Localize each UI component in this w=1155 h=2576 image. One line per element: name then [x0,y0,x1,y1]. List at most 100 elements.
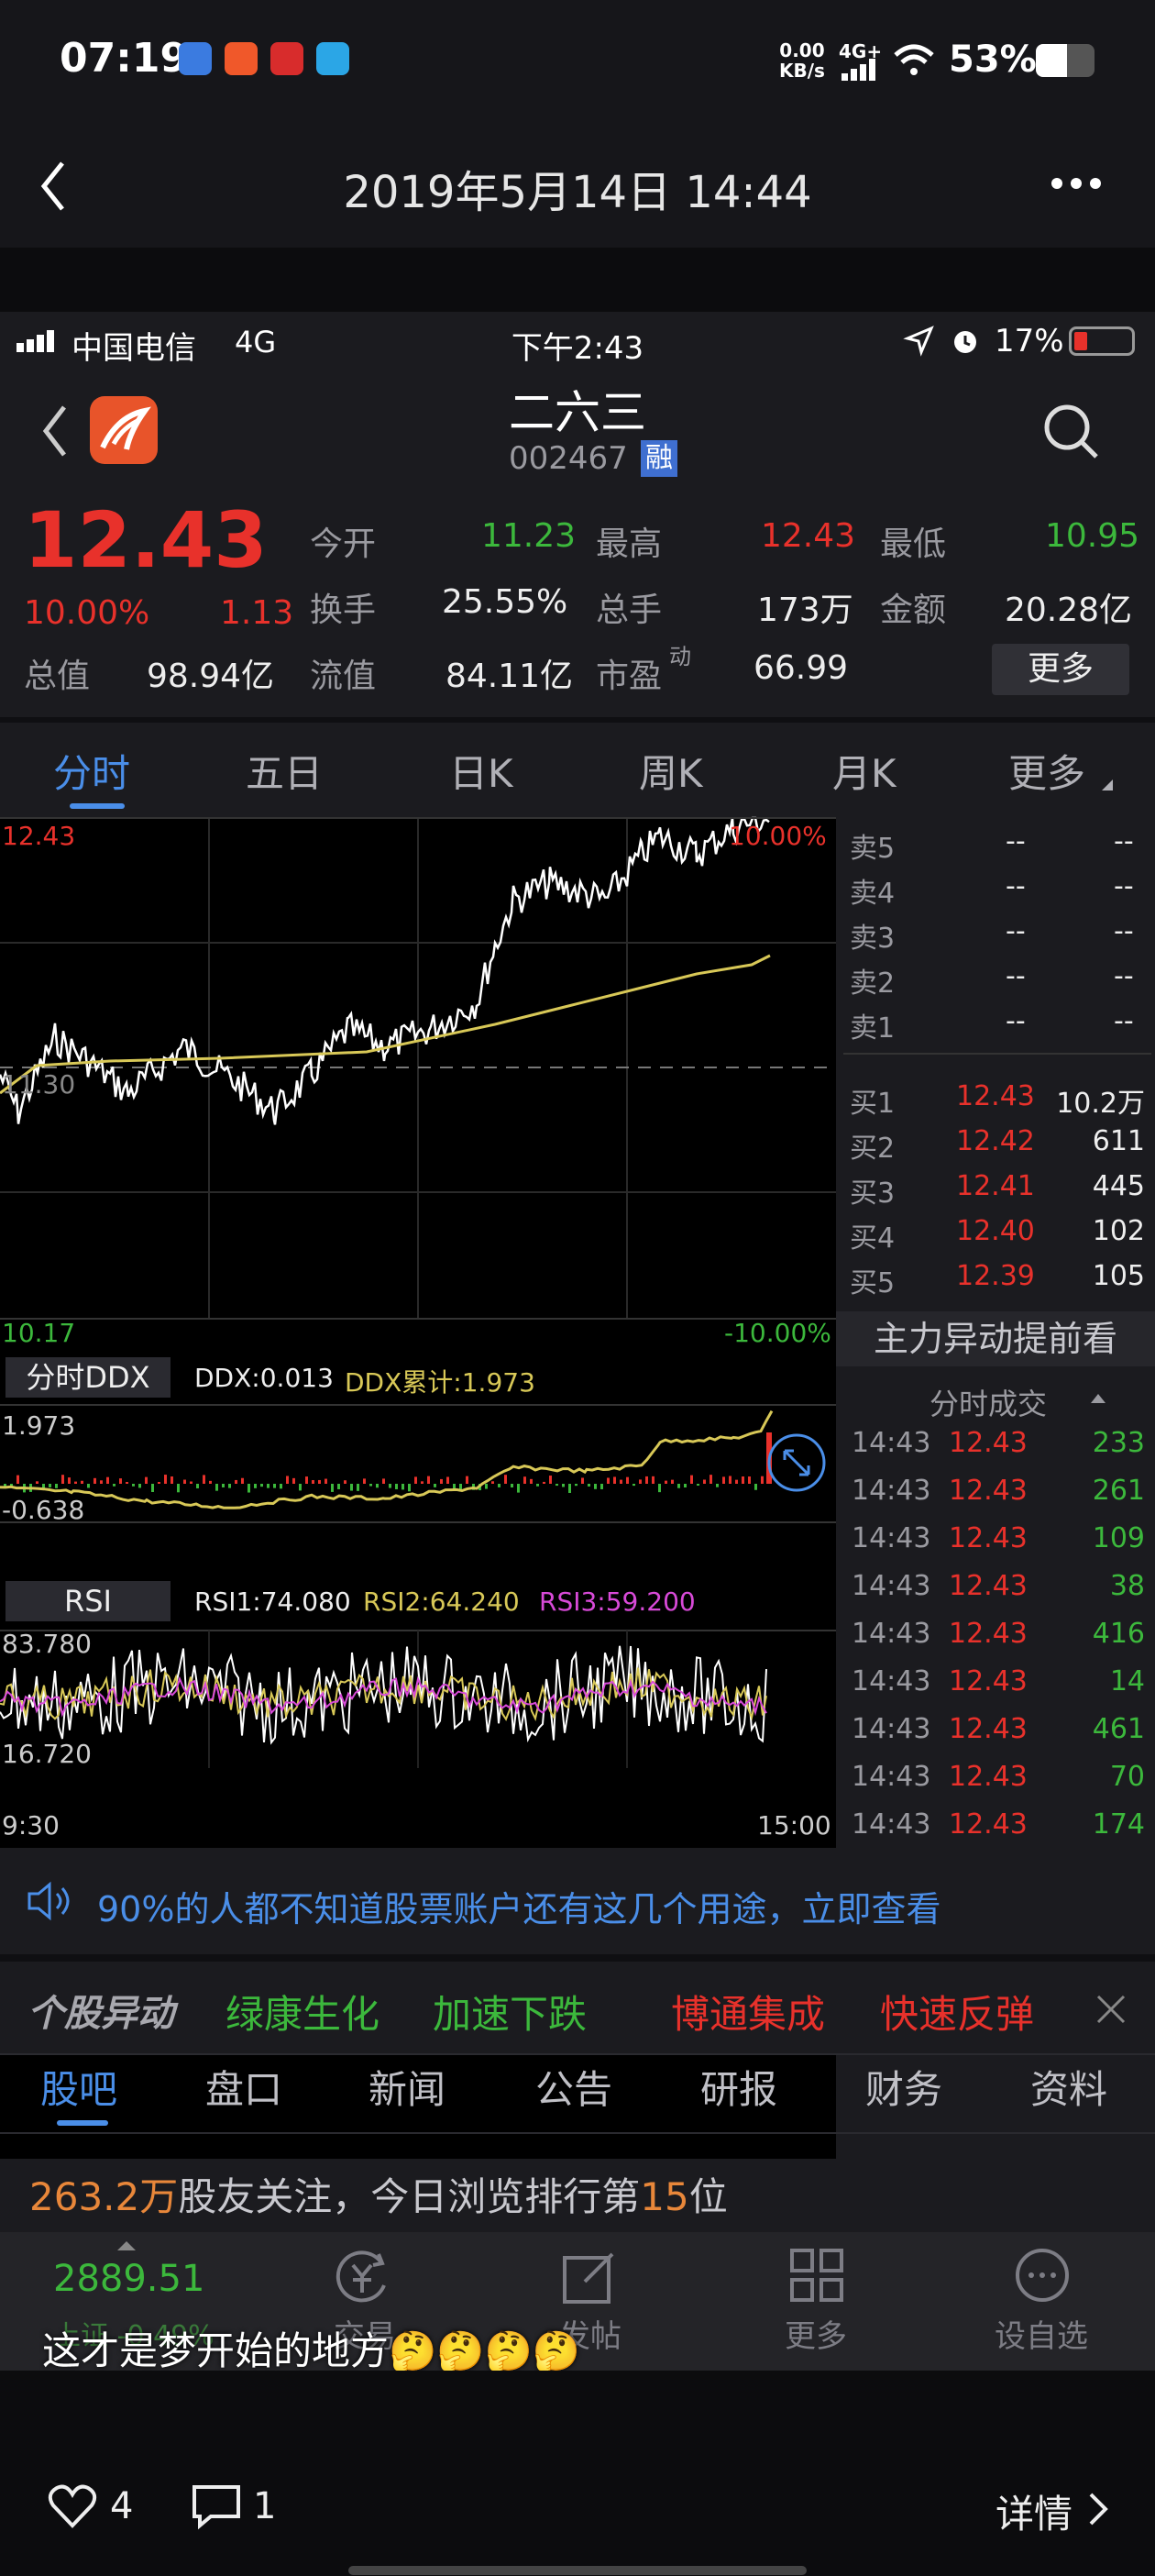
buy-row[interactable]: 买4 12.40 102 [848,1215,1150,1255]
mover-action-1[interactable]: 加速下跌 [433,1984,587,2040]
stock-code: 002467 [509,440,628,477]
ddx-bar [613,1476,616,1484]
turnover-label: 换手 [310,591,377,629]
ddx-bar [81,1480,83,1484]
tab-intraday[interactable]: 分时 [53,743,130,799]
trades-header[interactable]: 分时成交 [930,1381,1047,1423]
tab-profile[interactable]: 资料 [1030,2059,1107,2115]
followers-text-1: 股友关注，今日浏览排行第 [178,2174,641,2219]
stock-price: 12.43 [24,495,268,585]
sell-row[interactable]: 卖3 -- -- [848,915,1150,955]
ddx-bar [337,1484,340,1489]
tab-more-caret-icon [1102,779,1113,790]
buy-row[interactable]: 买2 12.42 611 [848,1125,1150,1165]
rsi-chart [0,1630,836,1768]
more-dots-icon[interactable] [1050,176,1102,191]
sell-row[interactable]: 卖1 -- -- [848,1005,1150,1045]
chevron-right-icon[interactable] [1087,2491,1109,2527]
volume-label: 总手 [596,591,663,629]
ddx-bar [222,1484,225,1487]
rsi3-value: RSI3:59.200 [539,1587,696,1617]
ddx-top-label: 1.973 [2,1410,76,1441]
tab-monthly-k[interactable]: 月K [832,743,896,799]
outer-battery-text: 53% [949,39,1037,81]
ddx-bar [267,1484,270,1488]
movers-title: 个股异动 [28,1993,174,2035]
sell-row[interactable]: 卖5 -- -- [848,825,1150,865]
tab-five-day[interactable]: 五日 [246,743,323,799]
tab-finance[interactable]: 财务 [865,2059,942,2115]
notice-text[interactable]: 90%的人都不知道股票账户还有这几个用途，立即查看 [97,1881,940,1931]
inner-time: 下午2:43 [511,330,644,367]
ddx-bar [446,1476,449,1484]
tab-research[interactable]: 研报 [700,2059,777,2115]
ddx-bar [344,1480,346,1484]
tab-guba[interactable]: 股吧 [40,2059,117,2115]
nav-more[interactable]: 更多 [752,2311,880,2356]
ddx-bar [716,1484,719,1487]
more-button[interactable]: 更多 [992,644,1129,695]
bottom-tab-indicator [57,2120,108,2126]
mover-action-2[interactable]: 快速反弹 [880,1984,1034,2040]
tab-weekly-k[interactable]: 周K [639,743,703,799]
mktcap-label: 总值 [24,658,91,695]
rsi1-value: RSI1:74.080 [194,1587,351,1617]
ddx-bar [639,1479,642,1484]
quote-divider [0,717,1155,723]
expand-icon[interactable] [766,1432,827,1493]
mover-stock-1[interactable]: 绿康生化 [226,1984,380,2040]
buy-row[interactable]: 买1 12.43 10.2万 [848,1080,1150,1120]
tab-pankou[interactable]: 盘口 [205,2059,282,2115]
ddx-bar [742,1476,744,1484]
rsi-tab[interactable]: RSI [6,1581,170,1621]
ddx-bar [761,1476,764,1484]
float-label: 流值 [310,658,377,695]
close-icon[interactable] [1094,1993,1128,2026]
rsi-bottom-label: 16.720 [2,1739,92,1769]
search-icon[interactable] [1041,402,1100,460]
tab-more[interactable]: 更多 [1008,743,1085,799]
detail-link[interactable]: 详情 [996,2483,1072,2539]
main-force-promo[interactable]: 主力异动提前看 [836,1311,1155,1366]
ddx-bar [530,1478,533,1484]
ddx-bar [376,1484,379,1488]
buy-row[interactable]: 买3 12.41 445 [848,1170,1150,1210]
ddx-bar [87,1484,90,1488]
ddx-bar [543,1481,545,1484]
ddx-bar [549,1476,552,1484]
ddx-bar [626,1476,629,1484]
comment-icon[interactable] [191,2483,242,2530]
speaker-icon [28,1881,70,1921]
inner-battery-text: 17% [995,323,1064,359]
ddx-bar [440,1478,443,1484]
ddx-bar [729,1476,732,1484]
tabs-divider [0,2053,1155,2055]
pct-high-label: 10.00% [729,821,827,851]
ddx-bar [273,1484,276,1488]
change-pct: 10.00% [24,594,150,632]
ddx-bar [357,1484,359,1491]
post-title: 2019年5月14日 14:44 [343,167,812,218]
open-label: 今开 [310,525,377,563]
ddx-bar [215,1484,218,1491]
ddx-bar [49,1484,51,1487]
ddx-bar [434,1484,436,1487]
mover-stock-2[interactable]: 博通集成 [671,1984,825,2040]
tab-announcement[interactable]: 公告 [535,2059,612,2115]
index-value[interactable]: 2889.51 [53,2258,204,2300]
nav-add-watchlist[interactable]: 设自选 [977,2311,1106,2356]
outer-header: 2019年5月14日 14:44 [0,128,1155,248]
notice-bar[interactable]: 90%的人都不知道股票账户还有这几个用途，立即查看 [0,1848,1155,1954]
intraday-price-chart[interactable] [0,816,836,1665]
tab-news[interactable]: 新闻 [368,2059,446,2115]
ddx-bar [588,1484,590,1487]
heart-icon[interactable] [48,2483,97,2529]
ddx-bar [498,1484,500,1487]
buy-row[interactable]: 买5 12.39 105 [848,1260,1150,1299]
signal-icon [842,59,875,81]
ddx-tab[interactable]: 分时DDX [6,1357,170,1398]
pct-low-label: -10.00% [724,1318,831,1348]
sell-row[interactable]: 卖4 -- -- [848,870,1150,910]
sell-row[interactable]: 卖2 -- -- [848,960,1150,1000]
tab-daily-k[interactable]: 日K [449,743,513,799]
